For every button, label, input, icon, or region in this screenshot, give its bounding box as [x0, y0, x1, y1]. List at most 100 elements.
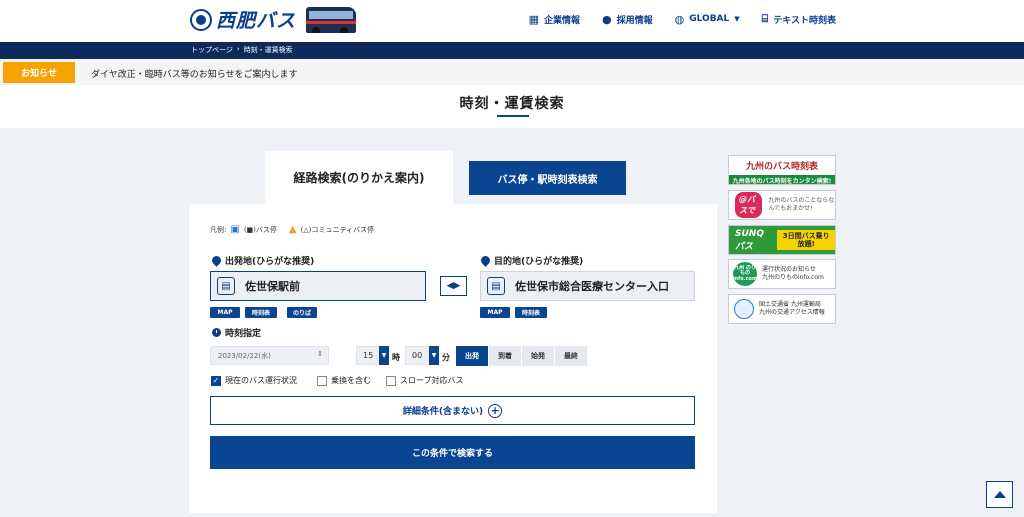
banner-at-bus[interactable]: @バスで 九州のバスのことならなんでもおまかせ!	[728, 190, 836, 220]
title-area: 時刻・運賃検索	[0, 85, 1024, 128]
mode-first[interactable]: 始発	[522, 346, 555, 366]
banner-2-mark: @バスで	[735, 192, 763, 218]
banner-1-sub: 九州各地のバス時刻をカンタン検索!	[729, 175, 835, 184]
header-nav: ▦ 企業情報 ● 採用情報 ◍ GLOBAL ▼ ⌸ テキスト時刻表	[529, 12, 836, 26]
site-header: 西肥バス ▦ 企業情報 ● 採用情報 ◍ GLOBAL ▼ ⌸ テキスト時刻表	[0, 0, 1024, 42]
time-label: 時刻指定	[212, 326, 261, 339]
pin-icon	[210, 254, 223, 267]
detail-conditions-label: 詳細条件(含まない)	[402, 407, 484, 417]
breadcrumb-current: 時刻・運賃検索	[243, 46, 293, 54]
option-bus-status[interactable]: ✓ 現在のバス運行状況	[211, 375, 297, 386]
option-transfer[interactable]: 乗換を含む	[317, 375, 371, 386]
nav-global[interactable]: ◍ GLOBAL ▼	[675, 12, 740, 26]
notice-bar: お知らせ ダイヤ改正・臨時バス等のお知らせをご案内します	[0, 59, 1024, 85]
arrow-up-icon	[993, 491, 1006, 498]
page-top-button[interactable]	[986, 481, 1013, 508]
minute-select[interactable]: 00 ▼	[405, 346, 439, 365]
breadcrumb-separator: ›	[236, 45, 240, 53]
origin-label: 出発地(ひらがな推奨)	[210, 254, 315, 267]
destination-label-text: 目的地(ひらがな推奨)	[494, 257, 584, 267]
person-icon: ●	[602, 12, 612, 26]
hour-value: 15	[363, 351, 374, 360]
globe-icon: ◍	[674, 12, 685, 26]
banner-2-text: 九州のバスのことならなんでもおまかせ!	[768, 197, 835, 212]
swap-button[interactable]: ◀▶	[440, 276, 467, 296]
logo-mark-icon	[190, 8, 212, 31]
legend-community-label: (△)コミュニティバス停	[300, 225, 375, 234]
banner-3-mark: SUNQパス	[735, 228, 764, 252]
nav-text-timetable[interactable]: ⌸ テキスト時刻表	[762, 12, 836, 26]
date-value: 2023/02/22(水)	[218, 351, 271, 360]
option-slope-bus[interactable]: スロープ対応バス	[386, 375, 464, 386]
nav-global-label: GLOBAL	[689, 14, 730, 24]
banner-kyushu-transport-access[interactable]: 国土交通省 九州運輸局 九州の交通アクセス情報	[728, 294, 836, 324]
checkbox[interactable]	[317, 375, 327, 386]
bus-image	[306, 6, 357, 33]
origin-platform-button[interactable]: のりば	[287, 307, 317, 318]
community-bus-icon: ▲	[288, 224, 297, 235]
plus-circle-icon: +	[488, 403, 503, 418]
breadcrumb-home[interactable]: トップページ	[191, 45, 233, 55]
chevron-down-icon: ▼	[379, 346, 389, 365]
page-title: 時刻・運賃検索	[459, 96, 565, 112]
banner-5-text-1: 国土交通省 九州運輸局	[759, 300, 821, 308]
origin-timetable-button[interactable]: 時刻表	[245, 307, 277, 318]
destination-label: 目的地(ひらがな推奨)	[479, 254, 584, 267]
breadcrumb: トップページ › 時刻・運賃検索	[191, 45, 293, 55]
origin-label-text: 出発地(ひらがな推奨)	[225, 257, 315, 267]
banner-1-title: 九州のバス時刻表	[745, 162, 818, 172]
mode-arrival[interactable]: 到着	[489, 346, 522, 366]
banner-sunq-pass[interactable]: SUNQパス 3日間バス乗り放題!	[728, 225, 836, 255]
minute-unit: 分	[442, 353, 450, 362]
banner-kyushu-bus-timetable[interactable]: 九州のバス時刻表 九州各地のバス時刻をカンタン検索!	[728, 155, 836, 185]
tab-route-search[interactable]: 経路検索(のりかえ案内)	[265, 151, 453, 204]
option-bus-status-label: 現在のバス運行状況	[225, 376, 297, 385]
bus-icon: ▤	[217, 277, 235, 295]
nav-corporate-label: 企業情報	[544, 15, 581, 26]
legend: 凡例: ▣ (■)バス停 ▲ (△)コミュニティバス停	[210, 224, 374, 235]
search-button[interactable]: この条件で検索する	[210, 436, 695, 469]
checkbox-checked[interactable]: ✓	[211, 375, 221, 386]
swap-arrows-icon: ◀▶	[446, 281, 461, 291]
origin-map-button[interactable]: MAP	[210, 307, 240, 318]
pin-icon	[479, 254, 492, 267]
nav-recruit-label: 採用情報	[616, 15, 653, 26]
banner-4-text-2: 九州のりものinfo.com	[762, 274, 824, 281]
checkbox[interactable]	[386, 375, 396, 386]
mode-departure[interactable]: 出発	[456, 346, 489, 366]
clock-icon	[212, 328, 221, 337]
origin-value: 佐世保駅前	[245, 280, 300, 293]
hour-unit: 時	[392, 353, 400, 362]
ministry-logo-icon	[734, 299, 754, 319]
destination-value: 佐世保市総合医療センター入口	[515, 280, 669, 293]
banner-3-text: 3日間バス乗り放題!	[777, 229, 835, 251]
banner-norimono-info[interactable]: 九州 のりもの info.com 運行状況のお知らせ 九州のりものinfo.co…	[728, 259, 836, 289]
search-panel: 凡例: ▣ (■)バス停 ▲ (△)コミュニティバス停 出発地(ひらがな推奨) …	[189, 204, 717, 513]
hour-select[interactable]: 15 ▼	[356, 346, 389, 365]
mode-last[interactable]: 最終	[555, 346, 588, 366]
notice-text[interactable]: ダイヤ改正・臨時バス等のお知らせをご案内します	[91, 67, 298, 80]
destination-map-button[interactable]: MAP	[480, 307, 510, 318]
updown-icon: ⇕	[317, 350, 323, 358]
chevron-down-icon: ▼	[734, 15, 740, 23]
destination-input[interactable]: ▤ 佐世保市総合医療センター入口	[480, 271, 695, 301]
destination-timetable-button[interactable]: 時刻表	[515, 307, 547, 318]
banner-4-text-1: 運行状況のお知らせ	[762, 265, 816, 273]
detail-conditions-button[interactable]: 詳細条件(含まない) +	[210, 396, 695, 425]
banner-5-text-2: 九州の交通アクセス情報	[759, 309, 825, 316]
nav-corporate[interactable]: ▦ 企業情報	[529, 12, 580, 26]
option-slope-bus-label: スロープ対応バス	[400, 376, 464, 385]
date-select[interactable]: 2023/02/22(水) ⇕	[210, 346, 329, 365]
time-label-text: 時刻指定	[225, 329, 262, 339]
chevron-down-icon: ▼	[429, 346, 439, 365]
nav-text-timetable-label: テキスト時刻表	[773, 15, 836, 26]
nav-recruit[interactable]: ● 採用情報	[602, 12, 653, 26]
building-icon: ▦	[528, 12, 539, 26]
tab-stop-timetable[interactable]: バス停・駅時刻表検索	[469, 161, 626, 195]
title-underline	[497, 115, 529, 117]
legend-prefix: 凡例:	[210, 225, 227, 234]
bus-icon: ▤	[487, 277, 505, 295]
origin-input[interactable]: ▤ 佐世保駅前	[210, 271, 426, 301]
site-logo[interactable]: 西肥バス	[190, 6, 357, 33]
legend-bus-label: (■)バス停	[243, 225, 277, 234]
